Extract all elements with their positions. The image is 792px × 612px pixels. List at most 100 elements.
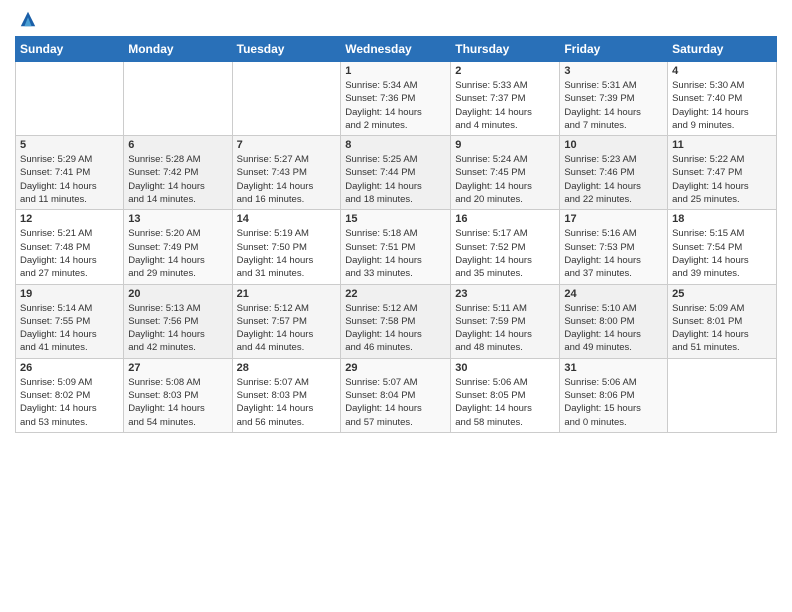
day-info: Sunrise: 5:17 AMSunset: 7:52 PMDaylight:… (455, 227, 555, 280)
day-number: 19 (20, 288, 119, 300)
day-cell: 6Sunrise: 5:28 AMSunset: 7:42 PMDaylight… (124, 136, 232, 210)
sunset-text: Sunset: 7:48 PM (20, 242, 90, 253)
daylight-text-2: and 39 minutes. (672, 268, 740, 279)
day-info: Sunrise: 5:23 AM Sunset: 7:46 PM Daylight:… (564, 153, 663, 206)
day-cell: 1Sunrise: 5:34 AMSunset: 7:36 PMDaylight… (341, 62, 451, 136)
sunset-text: Sunset: 8:05 PM (455, 390, 525, 401)
day-info: Sunrise: 5:09 AMSunset: 8:02 PMDaylight:… (20, 376, 119, 429)
header-row: SundayMondayTuesdayWednesdayThursdayFrid… (16, 37, 777, 62)
day-info: Sunrise: 5:16 AMSunset: 7:53 PMDaylight:… (564, 227, 663, 280)
sunset-text: Sunset: 8:01 PM (672, 316, 742, 327)
day-number: 28 (237, 362, 337, 374)
daylight-text-1: Daylight: 14 hours (345, 329, 422, 340)
day-info: Sunrise: 5:27 AMSunset: 7:43 PMDaylight:… (237, 153, 337, 206)
day-cell: 8Sunrise: 5:25 AMSunset: 7:44 PMDaylight… (341, 136, 451, 210)
day-number: 10 (564, 139, 663, 151)
week-row-1: 1Sunrise: 5:34 AMSunset: 7:36 PMDaylight… (16, 62, 777, 136)
sunset-text: Sunset: 8:02 PM (20, 390, 90, 401)
day-info: Sunrise: 5:07 AMSunset: 8:04 PMDaylight:… (345, 376, 446, 429)
day-cell (668, 358, 777, 432)
daylight-text-1: Daylight: 14 hours (20, 255, 97, 266)
day-number: 15 (345, 213, 446, 225)
sunset-text: Sunset: 8:00 PM (564, 316, 634, 327)
sunset-text: Sunset: 7:57 PM (237, 316, 307, 327)
sunset-text: Sunset: 7:50 PM (237, 242, 307, 253)
sunrise-text: Sunrise: 5:06 AM (455, 377, 527, 388)
day-cell: 3 Sunrise: 5:31 AMSunset: 7:39 PMDaylight… (560, 62, 668, 136)
day-number: 29 (345, 362, 446, 374)
sunrise-text: Sunrise: 5:20 AM (128, 228, 200, 239)
sunrise-text: Sunrise: 5:14 AM (20, 303, 92, 314)
daylight-text-1: Daylight: 14 hours (672, 107, 749, 118)
day-info: Sunrise: 5:14 AMSunset: 7:55 PMDaylight:… (20, 302, 119, 355)
day-cell (124, 62, 232, 136)
day-cell: 11Sunrise: 5:22 AMSunset: 7:47 PMDayligh… (668, 136, 777, 210)
sunset-text: Sunset: 7:58 PM (345, 316, 415, 327)
daylight-text-1: Daylight: 14 hours (455, 255, 532, 266)
sunrise-text: Sunrise: 5:30 AM (672, 80, 744, 91)
day-number: 25 (672, 288, 772, 300)
column-header-friday: Friday (560, 37, 668, 62)
day-info: Sunrise: 5:18 AMSunset: 7:51 PMDaylight:… (345, 227, 446, 280)
day-info: Sunrise: 5:21 AMSunset: 7:48 PMDaylight:… (20, 227, 119, 280)
day-info: Sunrise: 5:22 AMSunset: 7:47 PMDaylight:… (672, 153, 772, 206)
daylight-text-2: and 49 minutes. (564, 342, 632, 353)
sunset-text: Sunset: 7:49 PM (128, 242, 198, 253)
day-info: Sunrise: 5:34 AMSunset: 7:36 PMDaylight:… (345, 79, 446, 132)
day-number: 6 (128, 139, 227, 151)
daylight-text-2: and 42 minutes. (128, 342, 196, 353)
day-number: 23 (455, 288, 555, 300)
day-cell: 30Sunrise: 5:06 AMSunset: 8:05 PMDayligh… (451, 358, 560, 432)
day-cell: 20Sunrise: 5:13 AMSunset: 7:56 PMDayligh… (124, 284, 232, 358)
day-info: Sunrise: 5:29 AMSunset: 7:41 PMDaylight:… (20, 153, 119, 206)
daylight-text-2: and 37 minutes. (564, 268, 632, 279)
daylight-text-2: and 46 minutes. (345, 342, 413, 353)
daylight-text-2: and 57 minutes. (345, 417, 413, 428)
day-number: 13 (128, 213, 227, 225)
column-header-thursday: Thursday (451, 37, 560, 62)
daylight-text-2: and 31 minutes. (237, 268, 305, 279)
day-cell (16, 62, 124, 136)
sunset-text: Sunset: 7:46 PM (564, 167, 634, 178)
week-row-4: 19 Sunrise: 5:14 AM Sunset: 7:55 PM Dayligh… (16, 284, 777, 358)
sunset-text: Sunset: 7:39 PM (564, 93, 634, 104)
day-info: Sunrise: 5:30 AMSunset: 7:40 PMDaylight:… (672, 79, 772, 132)
day-info: Sunrise: 5:33 AMSunset: 7:37 PMDaylight:… (455, 79, 555, 132)
daylight-text-1: Daylight: 14 hours (564, 181, 641, 192)
day-number: 27 (128, 362, 227, 374)
sunset-text: Sunset: 7:55 PM (20, 316, 90, 327)
day-number: 30 (455, 362, 555, 374)
daylight-text-2: and 56 minutes. (237, 417, 305, 428)
daylight-text-2: and 20 minutes. (455, 194, 523, 205)
day-number: 3 (564, 65, 663, 77)
column-header-sunday: Sunday (16, 37, 124, 62)
day-info: Sunrise: 5:31 AMSunset: 7:39 PMDaylight:… (564, 79, 663, 132)
daylight-text-2: and 27 minutes. (20, 268, 88, 279)
daylight-text-2: and 51 minutes. (672, 342, 740, 353)
sunrise-text: Sunrise: 5:29 AM (20, 154, 92, 165)
day-number: 20 (128, 288, 227, 300)
day-cell: 25Sunrise: 5:09 AMSunset: 8:01 PMDayligh… (668, 284, 777, 358)
daylight-text-1: Daylight: 15 hours (564, 403, 641, 414)
sunrise-text: Sunrise: 5:19 AM (237, 228, 309, 239)
daylight-text-2: and 11 minutes. (20, 194, 87, 205)
day-cell: 16Sunrise: 5:17 AMSunset: 7:52 PMDayligh… (451, 210, 560, 284)
daylight-text-1: Daylight: 14 hours (128, 403, 205, 414)
sunset-text: Sunset: 7:47 PM (672, 167, 742, 178)
sunrise-text: Sunrise: 5:11 AM (455, 303, 527, 314)
day-cell: 24Sunrise: 5:10 AMSunset: 8:00 PMDayligh… (560, 284, 668, 358)
sunrise-text: Sunrise: 5:25 AM (345, 154, 417, 165)
sunset-text: Sunset: 7:41 PM (20, 167, 90, 178)
day-info: Sunrise: 5:24 AMSunset: 7:45 PMDaylight:… (455, 153, 555, 206)
daylight-text-2: and 48 minutes. (455, 342, 523, 353)
day-cell: 9Sunrise: 5:24 AMSunset: 7:45 PMDaylight… (451, 136, 560, 210)
day-cell: 27Sunrise: 5:08 AMSunset: 8:03 PMDayligh… (124, 358, 232, 432)
daylight-text-1: Daylight: 14 hours (237, 403, 314, 414)
sunrise-text: Sunrise: 5:23 AM (564, 154, 636, 165)
sunrise-text: Sunrise: 5:08 AM (128, 377, 200, 388)
daylight-text-1: Daylight: 14 hours (672, 181, 749, 192)
day-cell: 19Sunrise: 5:14 AMSunset: 7:55 PMDayligh… (16, 284, 124, 358)
day-cell: 23Sunrise: 5:11 AMSunset: 7:59 PMDayligh… (451, 284, 560, 358)
daylight-text-2: and 44 minutes. (237, 342, 305, 353)
column-header-wednesday: Wednesday (341, 37, 451, 62)
